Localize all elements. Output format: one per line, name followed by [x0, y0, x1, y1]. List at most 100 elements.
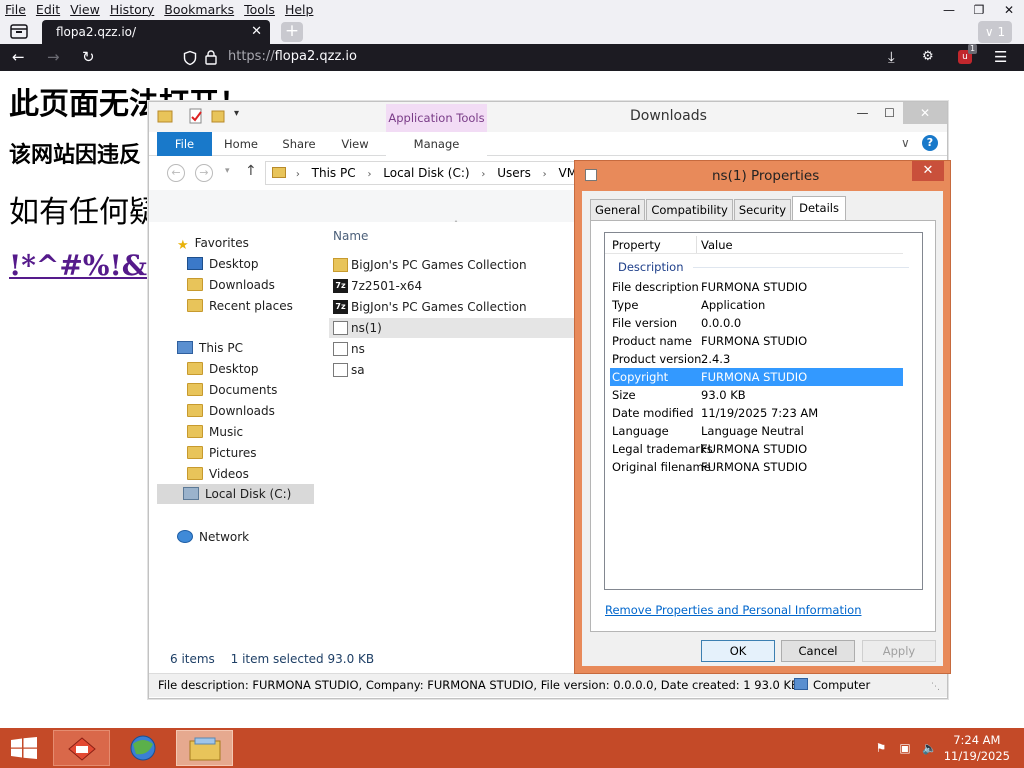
- address-bar[interactable]: › This PC › Local Disk (C:) › Users › VM…: [265, 161, 585, 185]
- tab-view[interactable]: View: [333, 132, 377, 156]
- list-item-selected[interactable]: ns(1): [329, 318, 574, 338]
- list-item[interactable]: ns: [329, 339, 574, 359]
- breadcrumb-this-pc[interactable]: This PC: [312, 166, 356, 180]
- detail-row[interactable]: Product version 2.4.3: [605, 350, 903, 368]
- tab-overflow-button[interactable]: ∨ 1: [978, 21, 1012, 43]
- nav-pc-videos[interactable]: Videos: [187, 464, 249, 484]
- help-icon[interactable]: ?: [922, 135, 938, 151]
- detail-row[interactable]: Language Language Neutral: [605, 422, 903, 440]
- menu-bookmarks[interactable]: Bookmarks: [159, 0, 239, 20]
- properties-icon[interactable]: [189, 108, 203, 124]
- new-tab-icon[interactable]: +: [281, 22, 303, 42]
- restore-icon[interactable]: ❐: [964, 0, 994, 20]
- nav-fav-recent[interactable]: Recent places: [187, 296, 293, 316]
- forward-icon[interactable]: →: [47, 48, 60, 66]
- action-center-flag-icon[interactable]: ⚑: [874, 741, 888, 755]
- nav-pc-pictures[interactable]: Pictures: [187, 443, 257, 463]
- nav-network[interactable]: Network: [177, 527, 249, 547]
- nav-fav-downloads[interactable]: Downloads: [187, 275, 275, 295]
- url-text[interactable]: https://flopa2.qzz.io: [228, 49, 357, 64]
- tab-general[interactable]: General: [590, 199, 646, 220]
- detail-row[interactable]: File description FURMONA STUDIO: [605, 278, 903, 296]
- nav-pc-music[interactable]: Music: [187, 422, 243, 442]
- shield-icon[interactable]: [182, 50, 198, 66]
- nav-this-pc[interactable]: This PC: [177, 338, 243, 358]
- tab-details[interactable]: Details: [792, 196, 846, 220]
- tab-close-icon[interactable]: ✕: [251, 20, 262, 44]
- recent-locations-icon[interactable]: ▾: [225, 166, 230, 176]
- details-list[interactable]: Property Value Description File descript…: [604, 232, 923, 590]
- extensions-icon[interactable]: ⚙: [922, 48, 934, 66]
- detail-row[interactable]: Original filename FURMONA STUDIO: [605, 458, 903, 476]
- hamburger-menu-icon[interactable]: ☰: [994, 48, 1007, 66]
- detail-row[interactable]: Product name FURMONA STUDIO: [605, 332, 903, 350]
- tab-home[interactable]: Home: [219, 132, 263, 156]
- cancel-button[interactable]: Cancel: [781, 640, 855, 662]
- quick-access-dropdown-icon[interactable]: ▾: [234, 108, 239, 119]
- up-arrow-icon[interactable]: ↑: [245, 163, 257, 179]
- downloads-icon[interactable]: ⤓: [888, 48, 895, 66]
- nav-pc-desktop[interactable]: Desktop: [187, 359, 259, 379]
- tab-compatibility[interactable]: Compatibility: [646, 199, 733, 220]
- list-item[interactable]: 7z 7z2501-x64: [329, 276, 574, 296]
- detail-row[interactable]: Size 93.0 KB: [605, 386, 903, 404]
- reload-icon[interactable]: ↻: [82, 48, 95, 66]
- back-icon[interactable]: ←: [12, 48, 25, 66]
- maximize-icon[interactable]: ☐: [876, 102, 903, 124]
- apply-button[interactable]: Apply: [862, 640, 936, 662]
- column-header-property[interactable]: Property: [612, 236, 661, 254]
- minimize-icon[interactable]: —: [849, 102, 876, 124]
- nav-pc-downloads[interactable]: Downloads: [187, 401, 275, 421]
- page-link[interactable]: !*^#%!&7: [9, 249, 167, 282]
- nav-pc-documents[interactable]: Documents: [187, 380, 277, 400]
- list-item[interactable]: BigJon's PC Games Collection: [329, 255, 574, 275]
- breadcrumb-local-disk[interactable]: Local Disk (C:): [383, 166, 469, 180]
- detail-row[interactable]: Date modified 11/19/2025 7:23 AM: [605, 404, 903, 422]
- breadcrumb-users[interactable]: Users: [497, 166, 531, 180]
- lock-icon[interactable]: [204, 49, 218, 66]
- new-folder-icon[interactable]: [211, 108, 225, 124]
- ribbon-expand-icon[interactable]: ∨: [901, 136, 910, 150]
- nav-fav-desktop[interactable]: Desktop: [187, 254, 259, 274]
- nav-favorites[interactable]: ★ Favorites: [177, 233, 249, 253]
- back-icon[interactable]: ←: [167, 164, 185, 182]
- menu-view[interactable]: View: [65, 0, 105, 20]
- remove-properties-link[interactable]: Remove Properties and Personal Informati…: [605, 603, 862, 617]
- taskbar-browser[interactable]: [115, 730, 172, 766]
- close-icon[interactable]: ✕: [903, 102, 947, 124]
- column-divider[interactable]: [696, 236, 697, 253]
- close-icon[interactable]: ✕: [994, 0, 1024, 20]
- tab-list-icon[interactable]: [8, 22, 30, 42]
- tab-share[interactable]: Share: [277, 132, 321, 156]
- menu-file[interactable]: File: [0, 0, 31, 20]
- column-header-value[interactable]: Value: [701, 236, 733, 254]
- ok-button[interactable]: OK: [701, 640, 775, 662]
- tab-manage[interactable]: Manage: [386, 132, 487, 156]
- tab-active[interactable]: flopa2.qzz.io/ ✕: [42, 20, 270, 44]
- taskbar-app-1[interactable]: [53, 730, 110, 766]
- menu-history[interactable]: History: [105, 0, 159, 20]
- tab-security[interactable]: Security: [733, 199, 792, 220]
- computer-icon: [177, 341, 193, 354]
- menu-tools[interactable]: Tools: [239, 0, 280, 20]
- network-tray-icon[interactable]: ▣: [898, 741, 912, 755]
- windows-start-icon[interactable]: [11, 737, 37, 759]
- forward-icon[interactable]: →: [195, 164, 213, 182]
- taskbar-clock[interactable]: 7:24 AM 11/19/2025: [944, 732, 1010, 764]
- tab-file[interactable]: File: [157, 132, 212, 156]
- minimize-icon[interactable]: —: [934, 0, 964, 20]
- menu-help[interactable]: Help: [280, 0, 319, 20]
- resize-grip-icon[interactable]: ⋱: [931, 682, 940, 692]
- detail-row[interactable]: File version 0.0.0.0: [605, 314, 903, 332]
- close-icon[interactable]: ✕: [912, 161, 944, 181]
- volume-muted-icon[interactable]: 🔈: [922, 741, 937, 755]
- detail-row[interactable]: Type Application: [605, 296, 903, 314]
- taskbar-file-explorer[interactable]: [176, 730, 233, 766]
- menu-edit[interactable]: Edit: [31, 0, 65, 20]
- detail-row[interactable]: Legal trademarks FURMONA STUDIO: [605, 440, 903, 458]
- detail-row-selected[interactable]: Copyright FURMONA STUDIO: [610, 368, 903, 386]
- list-item[interactable]: 7z BigJon's PC Games Collection: [329, 297, 574, 317]
- nav-local-disk[interactable]: Local Disk (C:): [157, 484, 314, 504]
- list-item[interactable]: sa: [329, 360, 574, 380]
- detail-key: Product name: [612, 334, 692, 348]
